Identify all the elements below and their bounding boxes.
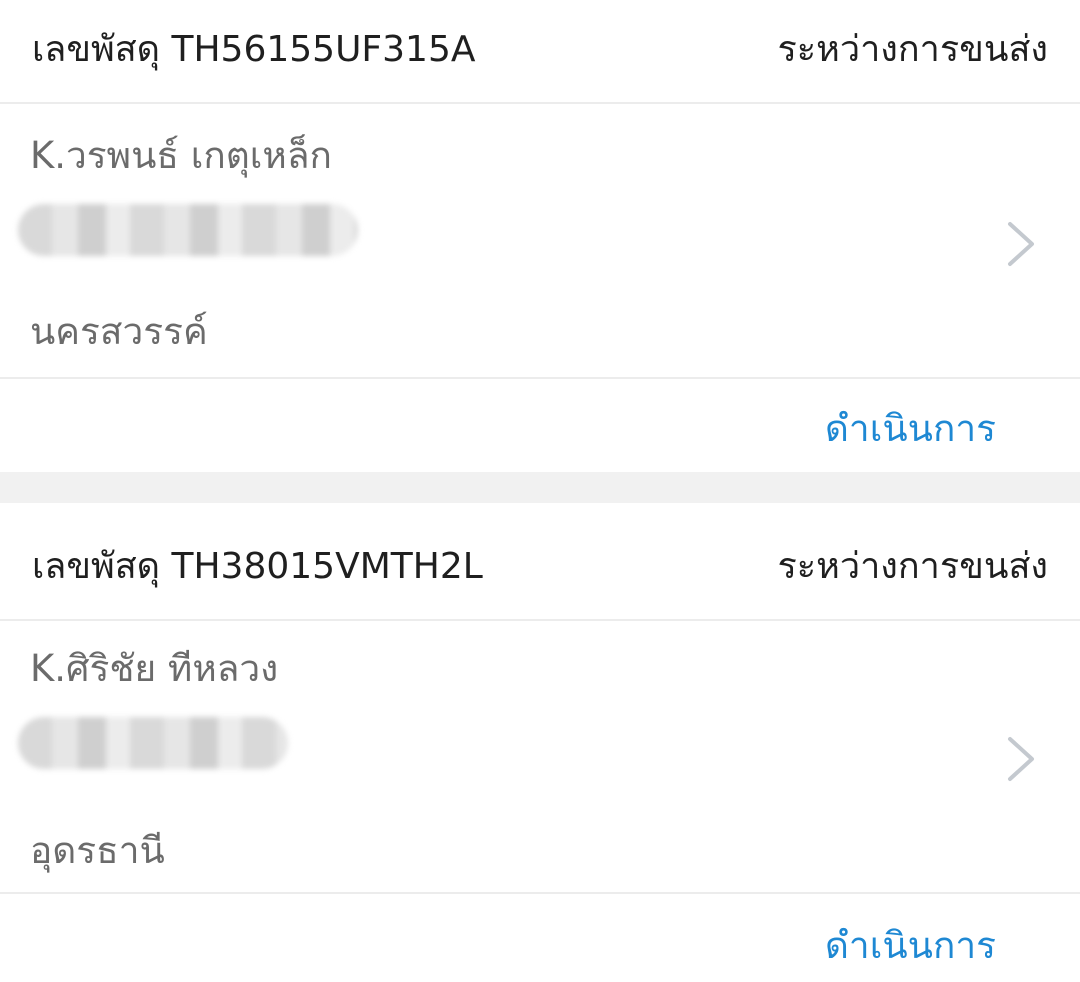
parcel-details-row[interactable]: K.วรพนธ์ เกตุเหล็ก นครสวรรค์ — [0, 104, 1080, 379]
parcel-header: เลขพัสดุ TH38015VMTH2L ระหว่างการขนส่ง — [0, 503, 1080, 621]
card-separator — [0, 472, 1080, 503]
redacted-phone — [18, 717, 288, 769]
chevron-right-icon[interactable] — [1004, 218, 1038, 270]
recipient-name: K.วรพนธ์ เกตุเหล็ก — [30, 134, 332, 177]
destination-province: อุดรธานี — [30, 829, 165, 872]
parcel-card: เลขพัสดุ TH38015VMTH2L ระหว่างการขนส่ง K… — [0, 503, 1080, 982]
chevron-right-icon[interactable] — [1004, 733, 1038, 785]
parcel-details-row[interactable]: K.ศิริชัย ทีหลวง อุดรธานี — [0, 621, 1080, 894]
parcel-footer: ดำเนินการ — [0, 894, 1080, 982]
tracking-number: เลขพัสดุ TH38015VMTH2L — [32, 546, 483, 587]
parcel-card: เลขพัสดุ TH56155UF315A ระหว่างการขนส่ง K… — [0, 0, 1080, 472]
process-button[interactable]: ดำเนินการ — [825, 403, 996, 455]
redacted-phone — [18, 204, 358, 256]
recipient-name: K.ศิริชัย ทีหลวง — [30, 647, 279, 690]
tracking-number: เลขพัสดุ TH56155UF315A — [32, 29, 476, 70]
shipping-status: ระหว่างการขนส่ง — [777, 29, 1048, 70]
parcel-footer: ดำเนินการ — [0, 379, 1080, 472]
process-button[interactable]: ดำเนินการ — [825, 920, 996, 972]
shipping-status: ระหว่างการขนส่ง — [777, 546, 1048, 587]
parcel-header: เลขพัสดุ TH56155UF315A ระหว่างการขนส่ง — [0, 0, 1080, 104]
destination-province: นครสวรรค์ — [30, 310, 208, 353]
